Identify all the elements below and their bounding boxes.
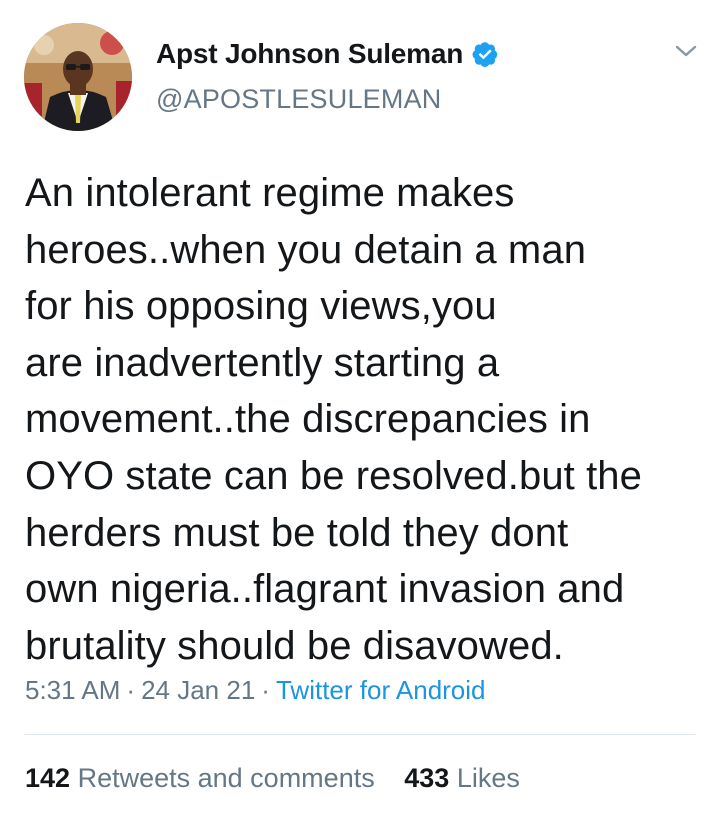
display-name[interactable]: Apst Johnson Suleman <box>156 38 463 70</box>
retweets-count: 142 <box>25 763 71 793</box>
retweets-label: Retweets and comments <box>77 763 375 793</box>
tweet-text-line: are inadvertently starting a <box>25 340 500 385</box>
tweet-text: An intolerant regime makes heroes..when … <box>25 165 705 674</box>
tweet-card: Apst Johnson Suleman @APOSTLESULEMAN An … <box>0 0 720 819</box>
verified-badge-icon <box>471 40 499 68</box>
likes-stat[interactable]: 433 Likes <box>404 763 520 793</box>
tweet-source-link[interactable]: Twitter for Android <box>276 675 486 705</box>
tweet-text-line: heroes..when you detain a man <box>25 227 587 272</box>
tweet-text-line: OYO state can be resolved.but the <box>25 453 642 498</box>
avatar[interactable] <box>24 23 132 131</box>
tweet-text-line: herders must be told they dont <box>25 510 569 555</box>
avatar-image <box>24 23 132 131</box>
tweet-text-line: own nigeria..flagrant invasion and <box>25 567 625 612</box>
meta-separator: · <box>126 675 136 705</box>
tweet-text-line: movement..the discrepancies in <box>25 397 591 442</box>
tweet-date[interactable]: 24 Jan 21 <box>141 675 255 705</box>
tweet-text-line: brutality should be disavowed. <box>25 623 564 668</box>
likes-label: Likes <box>456 763 520 793</box>
author-name-row[interactable]: Apst Johnson Suleman <box>156 36 499 72</box>
tweet-stats: 142 Retweets and comments 433 Likes <box>25 763 520 794</box>
tweet-text-line: An intolerant regime makes <box>25 171 515 215</box>
divider <box>24 734 696 735</box>
chevron-down-icon[interactable] <box>674 41 698 61</box>
retweets-stat[interactable]: 142 Retweets and comments <box>25 763 382 793</box>
meta-separator: · <box>261 675 270 705</box>
tweet-time[interactable]: 5:31 AM <box>25 675 120 705</box>
likes-count: 433 <box>404 763 450 793</box>
user-handle[interactable]: @APOSTLESULEMAN <box>156 84 442 115</box>
tweet-meta: 5:31 AM · 24 Jan 21 · Twitter for Android <box>25 675 486 706</box>
tweet-text-line: for his opposing views,you <box>25 284 497 329</box>
